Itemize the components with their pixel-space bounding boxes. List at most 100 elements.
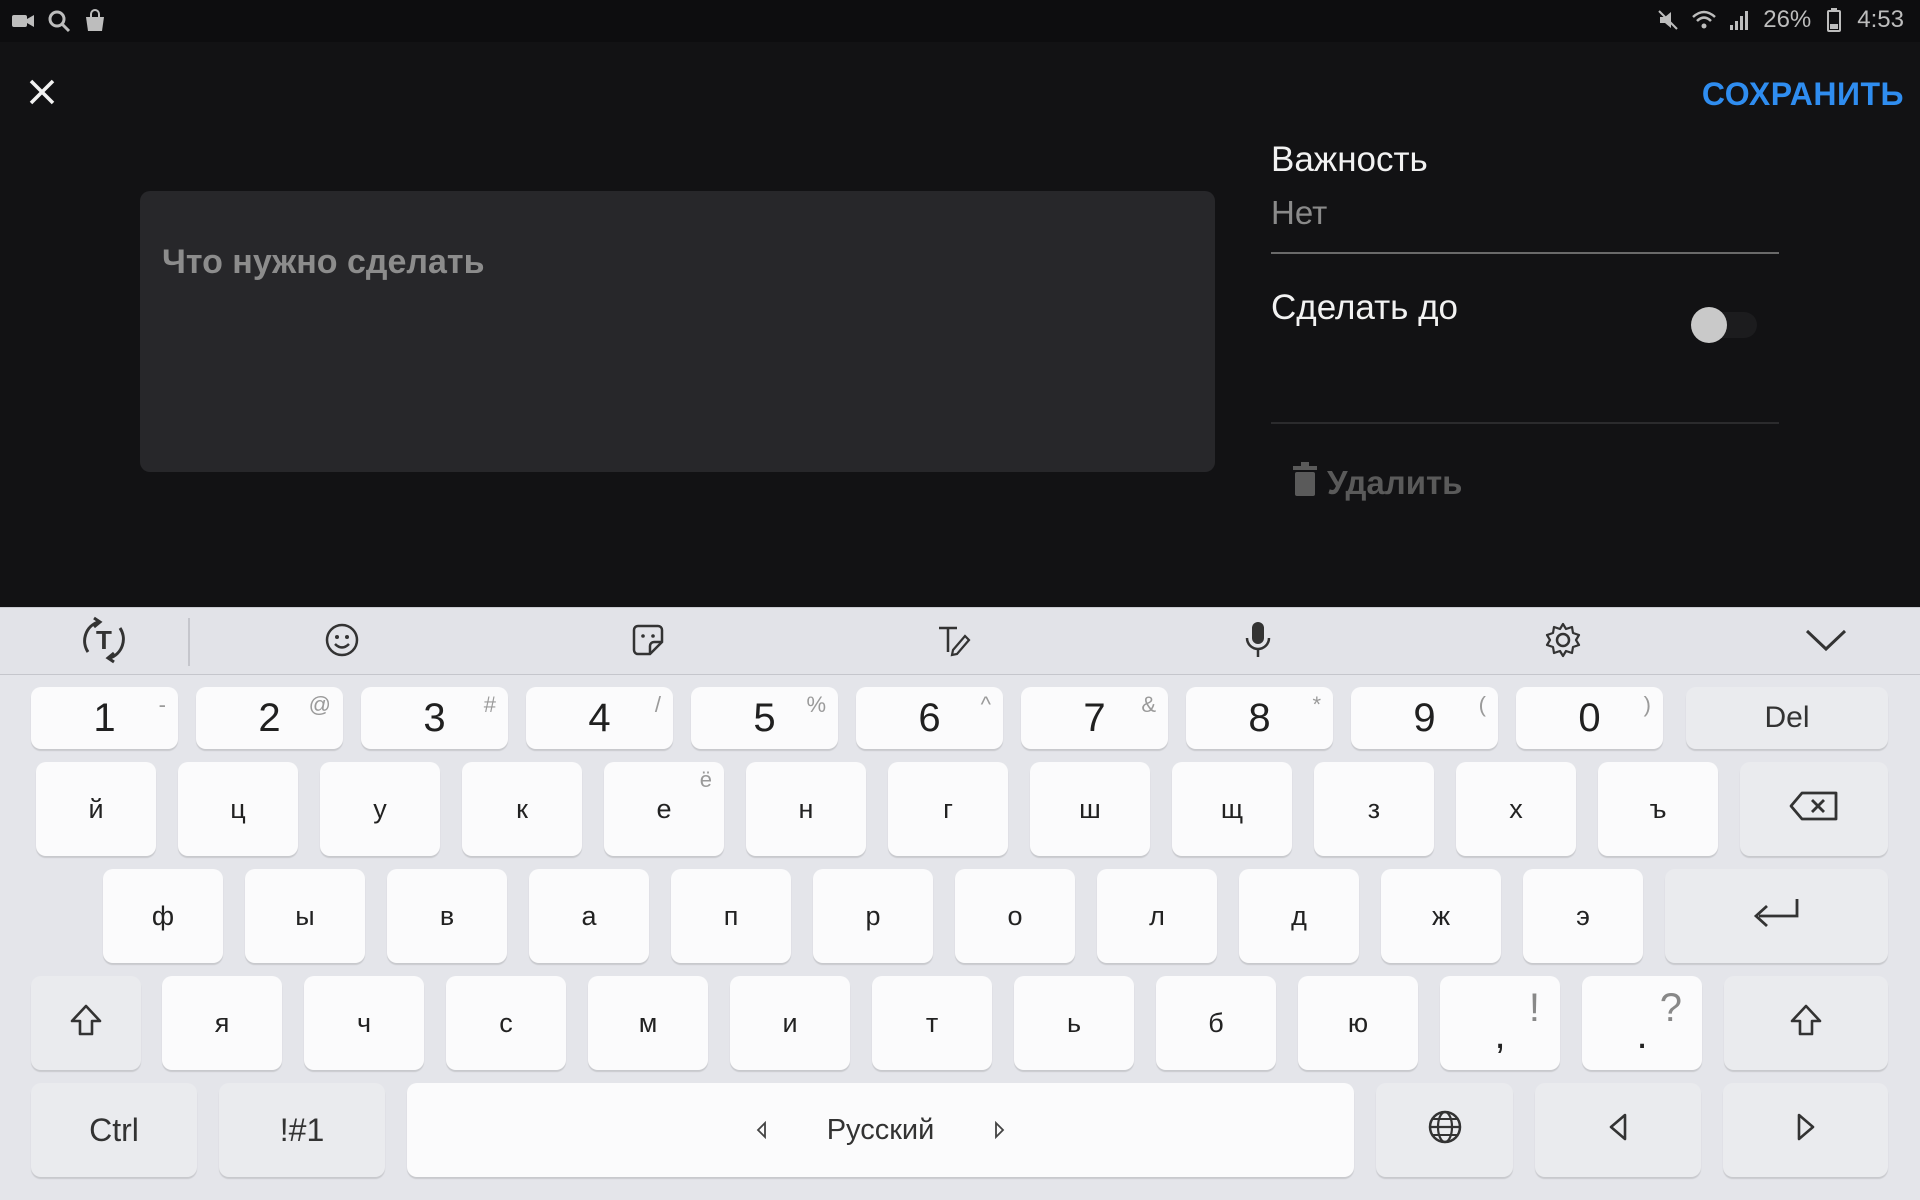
- key-8[interactable]: 8 *: [1186, 687, 1333, 749]
- collapse-keyboard-icon: [1804, 625, 1848, 660]
- task-input[interactable]: Что нужно сделать: [140, 191, 1215, 472]
- key-е[interactable]: её: [604, 762, 724, 856]
- key-ы[interactable]: ы: [245, 869, 365, 963]
- toggle-knob: [1691, 307, 1727, 343]
- key-б[interactable]: б: [1156, 976, 1276, 1070]
- microphone-icon: [1243, 620, 1273, 665]
- key-2[interactable]: 2 @: [196, 687, 343, 749]
- enter-icon: [1751, 896, 1803, 937]
- sticker-icon: [630, 622, 666, 663]
- voice-input-button[interactable]: [1230, 614, 1286, 670]
- key-у[interactable]: у: [320, 762, 440, 856]
- key-х[interactable]: х: [1456, 762, 1576, 856]
- key-comma[interactable]: ,!: [1440, 976, 1560, 1070]
- key-й[interactable]: й: [36, 762, 156, 856]
- key-ч[interactable]: ч: [304, 976, 424, 1070]
- clock: 4:53: [1857, 6, 1904, 33]
- due-date-toggle[interactable]: [1691, 307, 1757, 343]
- key-т[interactable]: т: [872, 976, 992, 1070]
- cursor-left-key[interactable]: [1535, 1083, 1701, 1177]
- key-я[interactable]: я: [162, 976, 282, 1070]
- sticker-button[interactable]: [620, 614, 676, 670]
- backspace-key[interactable]: [1740, 762, 1888, 856]
- key-о[interactable]: о: [955, 869, 1075, 963]
- enter-key[interactable]: [1665, 869, 1888, 963]
- arrow-right-icon: [1795, 1112, 1817, 1149]
- bag-icon: [82, 8, 108, 34]
- delete-button[interactable]: Удалить: [1293, 462, 1779, 504]
- key-ф[interactable]: ф: [103, 869, 223, 963]
- key-0[interactable]: 0): [1516, 687, 1663, 749]
- key-ж[interactable]: ж: [1381, 869, 1501, 963]
- battery-icon: [1821, 7, 1847, 33]
- importance-setting[interactable]: Важность Нет: [1271, 140, 1779, 232]
- key-3[interactable]: 3 #: [361, 687, 508, 749]
- emoji-icon: [324, 622, 360, 663]
- symbols-key[interactable]: !#1: [219, 1083, 385, 1177]
- key-ш[interactable]: ш: [1030, 762, 1150, 856]
- shift-left-key[interactable]: [31, 976, 141, 1070]
- key-а[interactable]: а: [529, 869, 649, 963]
- key-6[interactable]: 6 ^: [856, 687, 1003, 749]
- divider: [1271, 422, 1779, 424]
- text-recognition-button[interactable]: T: [76, 614, 132, 670]
- emoji-button[interactable]: [314, 614, 370, 670]
- key-4[interactable]: 4/: [526, 687, 673, 749]
- on-screen-keyboard: T 1 - 2 @ 3 # 4 / 5 % 6 ^ 7 & 8 * 9 (0 …: [0, 607, 1920, 1200]
- key-7[interactable]: 7 &: [1021, 687, 1168, 749]
- video-icon: [10, 8, 36, 34]
- trash-icon: [1293, 462, 1317, 504]
- key-1[interactable]: 1-: [31, 687, 178, 749]
- space-bar[interactable]: Русский: [407, 1083, 1354, 1177]
- key-ц[interactable]: ц: [178, 762, 298, 856]
- wifi-icon: [1691, 7, 1717, 33]
- shift-icon: [69, 1003, 103, 1044]
- key-ю[interactable]: ю: [1298, 976, 1418, 1070]
- arrow-left-icon: [1607, 1112, 1629, 1149]
- key-к[interactable]: к: [462, 762, 582, 856]
- key-и[interactable]: и: [730, 976, 850, 1070]
- delete-label: Удалить: [1327, 464, 1463, 501]
- key-в[interactable]: в: [387, 869, 507, 963]
- importance-title: Важность: [1271, 140, 1428, 179]
- search-icon: [46, 8, 72, 34]
- keyboard-toolbar: T: [0, 607, 1920, 675]
- text-recognition-icon: T: [76, 612, 132, 673]
- settings-icon: [1544, 621, 1582, 664]
- key-л[interactable]: л: [1097, 869, 1217, 963]
- key-м[interactable]: м: [588, 976, 708, 1070]
- close-button[interactable]: [22, 72, 62, 112]
- globe-icon: [1427, 1109, 1463, 1152]
- battery-percent: 26%: [1763, 6, 1812, 33]
- key-9[interactable]: 9(: [1351, 687, 1498, 749]
- backspace-icon: [1788, 790, 1840, 829]
- key-с[interactable]: с: [446, 976, 566, 1070]
- key-5[interactable]: 5%: [691, 687, 838, 749]
- key-щ[interactable]: щ: [1172, 762, 1292, 856]
- ctrl-key[interactable]: Ctrl: [31, 1083, 197, 1177]
- shift-right-key[interactable]: [1724, 976, 1888, 1070]
- key-п[interactable]: п: [671, 869, 791, 963]
- handwriting-button[interactable]: [925, 614, 981, 670]
- key-н[interactable]: н: [746, 762, 866, 856]
- key-ь[interactable]: ь: [1014, 976, 1134, 1070]
- save-button[interactable]: СОХРАНИТЬ: [1702, 76, 1904, 113]
- keyboard-settings-button[interactable]: [1535, 614, 1591, 670]
- key-з[interactable]: з: [1314, 762, 1434, 856]
- key-г[interactable]: г: [888, 762, 1008, 856]
- svg-text:T: T: [96, 625, 112, 655]
- language-switch-key[interactable]: [1376, 1083, 1513, 1177]
- key-д[interactable]: д: [1239, 869, 1359, 963]
- del-key[interactable]: Del: [1686, 687, 1888, 749]
- key-period[interactable]: .?: [1582, 976, 1702, 1070]
- collapse-keyboard-button[interactable]: [1798, 614, 1854, 670]
- toolbar-separator: [188, 618, 190, 666]
- due-date-row: Сделать до: [1271, 254, 1779, 422]
- cursor-right-key[interactable]: [1723, 1083, 1888, 1177]
- key-ъ[interactable]: ъ: [1598, 762, 1718, 856]
- importance-value: Нет: [1271, 194, 1328, 231]
- key-э[interactable]: э: [1523, 869, 1643, 963]
- key-р[interactable]: р: [813, 869, 933, 963]
- close-icon: [22, 79, 62, 116]
- signal-icon: [1727, 7, 1753, 33]
